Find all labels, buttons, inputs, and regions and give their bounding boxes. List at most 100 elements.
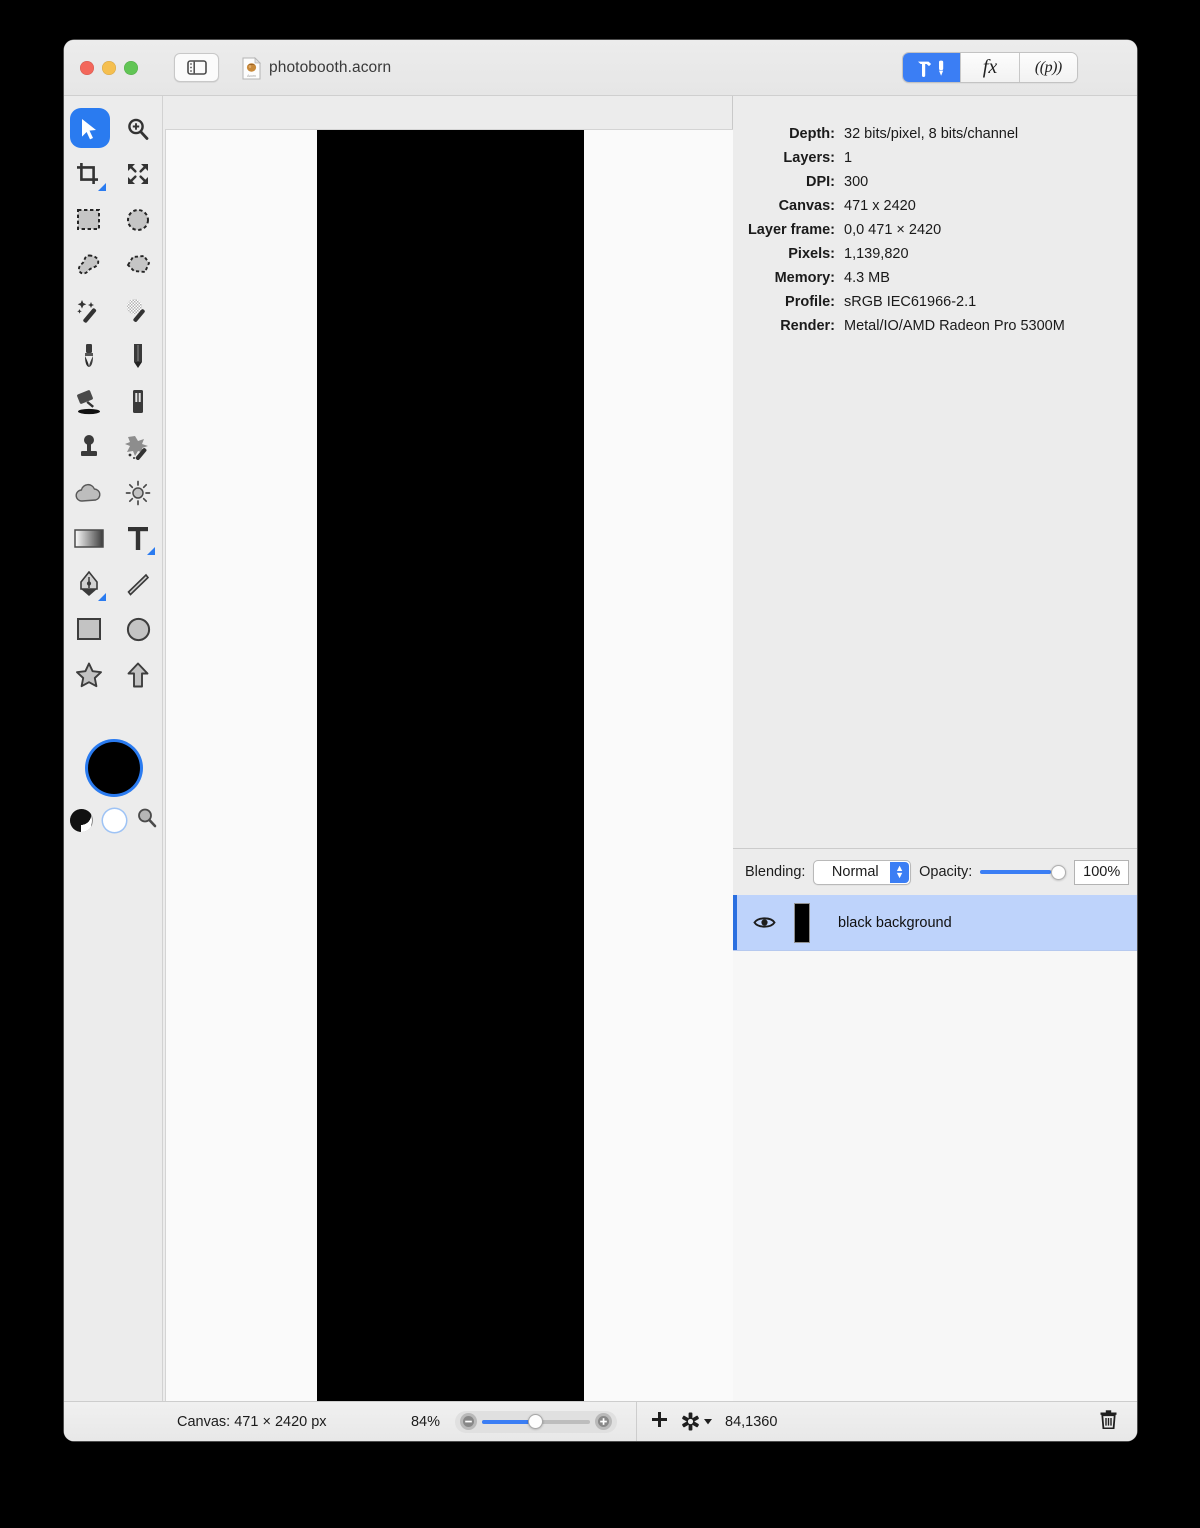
tool-grid — [64, 106, 163, 698]
info-value: 4.3 MB — [844, 270, 890, 286]
info-value: 300 — [844, 174, 869, 190]
background-color-swatch[interactable] — [102, 809, 126, 832]
hammer-screwdriver-icon — [917, 60, 943, 77]
canvas-black-rectangle — [317, 130, 584, 1441]
elliptical-selection-tool[interactable] — [114, 197, 164, 243]
tab-presets[interactable]: ((p)) — [1019, 53, 1077, 82]
ellipse-shape-tool[interactable] — [114, 607, 164, 653]
info-row-depth: Depth: 32 bits/pixel, 8 bits/channel — [733, 122, 1137, 146]
layer-visibility-toggle[interactable] — [733, 915, 795, 930]
sidebar-toggle-icon — [186, 60, 207, 75]
info-row-memory: Memory: 4.3 MB — [733, 266, 1137, 290]
info-label: Profile: — [785, 294, 835, 310]
info-value: 1 — [844, 150, 853, 166]
canvas-sheet[interactable] — [165, 129, 735, 1441]
blending-label: Blending: — [745, 864, 806, 880]
layer-list[interactable]: black background — [733, 895, 1137, 1401]
rectangle-shape-tool[interactable] — [64, 607, 114, 653]
transform-tool[interactable] — [114, 152, 164, 198]
instant-alpha-icon — [127, 298, 146, 322]
circle-icon — [126, 617, 150, 641]
eraser-icon — [133, 390, 144, 414]
tab-filters-label: fx — [982, 56, 998, 78]
magnifier-loupe-icon[interactable] — [136, 807, 158, 834]
zoom-out-icon[interactable] — [460, 1413, 477, 1430]
acorn-document-icon: Acorn — [242, 56, 261, 80]
sidebar-toggle-button[interactable] — [174, 53, 219, 82]
magic-wand-tool[interactable] — [64, 288, 114, 334]
layer-actions-button[interactable] — [681, 1412, 712, 1431]
pencil-icon — [134, 344, 143, 369]
gear-icon — [682, 1412, 699, 1431]
blur-tool[interactable] — [64, 470, 114, 516]
document-title-group[interactable]: Acorn photobooth.acorn — [242, 54, 391, 82]
four-arrows-icon — [128, 164, 149, 185]
brush-tool[interactable] — [64, 334, 114, 380]
layer-row[interactable]: black background — [733, 895, 1137, 951]
info-label: Layers: — [783, 150, 835, 166]
instant-alpha-tool[interactable] — [114, 288, 164, 334]
info-row-pixels: Pixels: 1,139,820 — [733, 242, 1137, 266]
move-tool[interactable] — [64, 106, 114, 152]
canvas-area[interactable] — [163, 96, 735, 1441]
zoom-in-icon[interactable] — [595, 1413, 612, 1430]
tab-filters[interactable]: fx — [961, 53, 1020, 82]
plus-icon — [652, 1411, 667, 1427]
text-t-icon — [128, 527, 149, 551]
status-bar-right: 84,1360 — [637, 1402, 1137, 1441]
arrow-up-icon — [127, 662, 149, 688]
color-controls-row — [64, 807, 163, 834]
layer-selected-accent — [733, 895, 737, 950]
desktop-background: Acorn photobooth.acorn fx ((p)) Depth: 3… — [0, 0, 1200, 1528]
smudge-tool[interactable] — [114, 425, 164, 471]
zoom-slider-knob[interactable] — [528, 1414, 544, 1429]
dodge-tool[interactable] — [114, 470, 164, 516]
polygonal-lasso-tool[interactable] — [114, 243, 164, 289]
crop-tool[interactable] — [64, 152, 114, 198]
gradient-tool[interactable] — [64, 516, 114, 562]
opacity-value: 100% — [1083, 864, 1121, 880]
clone-stamp-tool[interactable] — [64, 425, 114, 471]
window-titlebar: Acorn photobooth.acorn fx ((p)) — [64, 40, 1137, 96]
clone-stamp-icon — [80, 435, 97, 457]
bezier-pen-tool[interactable] — [64, 561, 114, 607]
opacity-slider[interactable] — [980, 864, 1067, 880]
close-button[interactable] — [80, 61, 94, 75]
arrow-cursor-icon — [81, 118, 96, 140]
zoom-slider-track[interactable] — [482, 1414, 590, 1429]
text-tool[interactable] — [114, 516, 164, 562]
layer-thumbnail[interactable] — [795, 903, 809, 942]
star-shape-tool[interactable] — [64, 652, 114, 698]
paint-bucket-tool[interactable] — [64, 379, 114, 425]
inspector-tab-bar[interactable]: fx ((p)) — [902, 52, 1078, 83]
line-tool[interactable] — [114, 561, 164, 607]
blending-mode-select[interactable]: Normal ▲ ▼ — [813, 859, 912, 885]
foreground-color-swatch[interactable] — [87, 742, 140, 794]
zoom-slider-widget[interactable] — [455, 1410, 617, 1433]
star-icon — [75, 662, 102, 687]
opacity-value-field[interactable]: 100% — [1074, 859, 1129, 885]
add-layer-button[interactable] — [651, 1411, 668, 1433]
zoom-percent-label: 84% — [410, 1413, 440, 1430]
black-white-circle-icon[interactable] — [69, 809, 93, 832]
opacity-slider-knob[interactable] — [1051, 864, 1067, 880]
tab-tools[interactable] — [903, 53, 962, 82]
delete-layer-button[interactable] — [1100, 1409, 1117, 1434]
info-label: Depth: — [789, 126, 835, 142]
cursor-coordinates: 84,1360 — [725, 1413, 778, 1430]
rectangular-selection-tool[interactable] — [64, 197, 114, 243]
canvas-size-text: Canvas: 471 × 2420 px — [177, 1413, 327, 1430]
image-info-list: Depth: 32 bits/pixel, 8 bits/channel Lay… — [733, 96, 1137, 338]
eraser-tool[interactable] — [114, 379, 164, 425]
lasso-selection-tool[interactable] — [64, 243, 114, 289]
info-row-profile: Profile: sRGB IEC61966-2.1 — [733, 290, 1137, 314]
zoom-button[interactable] — [124, 61, 138, 75]
pencil-tool[interactable] — [114, 334, 164, 380]
info-value: 471 x 2420 — [844, 198, 916, 214]
layers-section: Blending: Normal ▲ ▼ Opacity: 100% black… — [733, 848, 1137, 1401]
zoom-tool[interactable] — [114, 106, 164, 152]
minimize-button[interactable] — [102, 61, 116, 75]
arrow-shape-tool[interactable] — [114, 652, 164, 698]
dashed-rectangle-icon — [77, 209, 101, 231]
info-label: Render: — [780, 318, 835, 334]
